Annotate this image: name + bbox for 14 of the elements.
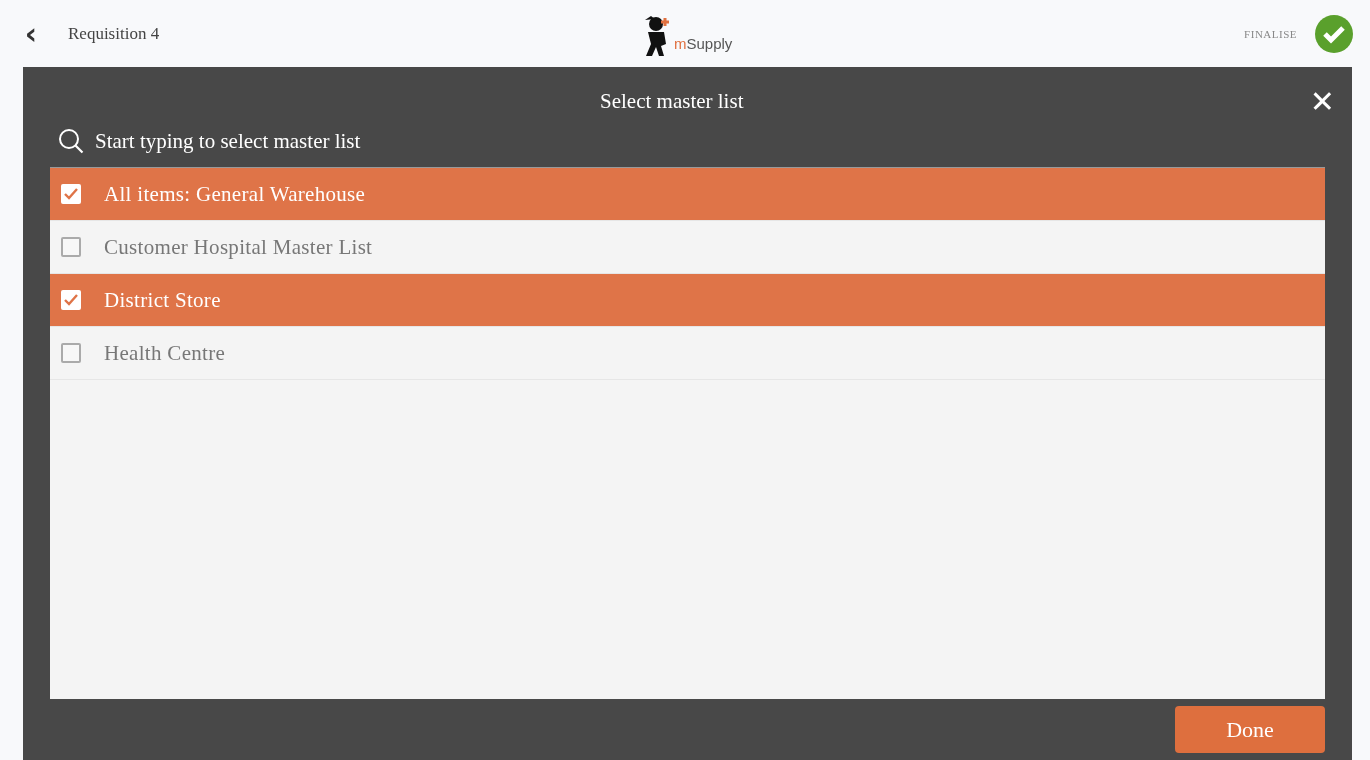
master-list-item[interactable]: District Store [50, 274, 1325, 327]
logo-text: mSupply [674, 35, 733, 52]
search-icon [57, 127, 85, 155]
page-title: Requisition 4 [68, 23, 160, 44]
checkbox[interactable] [61, 184, 81, 204]
done-button[interactable]: Done [1175, 706, 1325, 753]
master-list-item[interactable]: All items: General Warehouse [50, 168, 1325, 221]
checkbox[interactable] [61, 290, 81, 310]
finalise-button[interactable]: FINALISE [1238, 26, 1303, 41]
search-field[interactable]: Start typing to select master list [95, 128, 735, 154]
checkbox[interactable] [61, 343, 81, 363]
checkbox[interactable] [61, 237, 81, 257]
modal-title: Select master list [600, 89, 744, 114]
check-icon[interactable] [1315, 14, 1353, 53]
